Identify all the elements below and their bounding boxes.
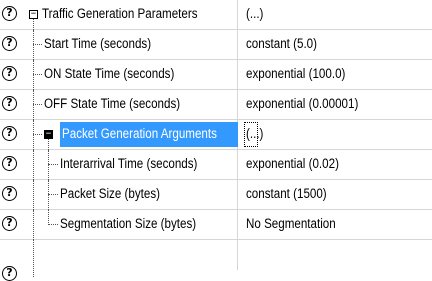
- tree-line: [48, 180, 49, 210]
- name-cell: [0, 240, 238, 270]
- help-icon[interactable]: ?: [2, 126, 17, 141]
- help-cell[interactable]: ?: [0, 180, 26, 210]
- tree-line: [33, 60, 34, 90]
- tree-line: [33, 240, 34, 277]
- help-icon[interactable]: ?: [2, 186, 17, 201]
- help-cell[interactable]: ?: [0, 30, 26, 60]
- tree-branch: [48, 224, 58, 225]
- attribute-value[interactable]: exponential (0.00001): [246, 90, 358, 120]
- tree-line: [48, 210, 49, 225]
- help-icon[interactable]: ?: [2, 66, 17, 81]
- attribute-row-packet-generation-arguments[interactable]: ? − Packet Generation Arguments (...): [0, 120, 432, 150]
- attribute-row-start-time[interactable]: ? Start Time (seconds) constant (5.0): [0, 30, 432, 60]
- attribute-row-partial: ?: [0, 240, 432, 281]
- attribute-name: Packet Generation Arguments: [62, 126, 217, 141]
- attribute-row-packet-size[interactable]: ? Packet Size (bytes) constant (1500): [0, 180, 432, 210]
- tree-line: [33, 120, 34, 150]
- help-cell[interactable]: ?: [0, 150, 26, 180]
- help-cell[interactable]: ?: [0, 210, 26, 240]
- help-cell[interactable]: ?: [0, 0, 26, 30]
- tree-line: [33, 90, 34, 120]
- tree-branch: [33, 74, 42, 75]
- attribute-value[interactable]: exponential (100.0): [246, 60, 345, 90]
- attribute-name: ON State Time (seconds): [44, 66, 175, 81]
- attribute-row-on-state-time[interactable]: ? ON State Time (seconds) exponential (1…: [0, 60, 432, 90]
- attribute-value[interactable]: (...): [246, 0, 263, 30]
- help-icon[interactable]: ?: [2, 6, 17, 21]
- tree-branch: [33, 134, 42, 135]
- tree-branch: [48, 164, 58, 165]
- help-cell[interactable]: ?: [0, 120, 26, 150]
- help-cell[interactable]: ?: [0, 60, 26, 90]
- tree-line: [33, 150, 34, 180]
- help-icon[interactable]: ?: [2, 216, 17, 231]
- tree-branch: [33, 44, 42, 45]
- attribute-row-segmentation-size[interactable]: ? Segmentation Size (bytes) No Segmentat…: [0, 210, 432, 240]
- attribute-grid: ? − Traffic Generation Parameters (...) …: [0, 0, 432, 281]
- attribute-value[interactable]: No Segmentation: [246, 210, 336, 240]
- attribute-row-interarrival-time[interactable]: ? Interarrival Time (seconds) exponentia…: [0, 150, 432, 180]
- attribute-name: Segmentation Size (bytes): [60, 216, 197, 231]
- attribute-value[interactable]: (...): [246, 120, 263, 150]
- attribute-name: Interarrival Time (seconds): [60, 156, 198, 171]
- attribute-value[interactable]: exponential (0.02): [246, 150, 339, 180]
- tree-line: [33, 210, 34, 240]
- tree-line: [48, 150, 49, 180]
- attribute-row-off-state-time[interactable]: ? OFF State Time (seconds) exponential (…: [0, 90, 432, 120]
- attribute-value[interactable]: constant (5.0): [246, 30, 317, 60]
- attribute-row-traffic-generation-parameters[interactable]: ? − Traffic Generation Parameters (...): [0, 0, 432, 30]
- attribute-name: Traffic Generation Parameters: [42, 6, 198, 21]
- tree-line: [33, 30, 34, 60]
- attribute-name: OFF State Time (seconds): [44, 96, 181, 111]
- help-icon[interactable]: ?: [2, 156, 17, 171]
- help-icon[interactable]: ?: [2, 96, 17, 111]
- attribute-name: Start Time (seconds): [44, 36, 152, 51]
- tree-branch: [33, 104, 42, 105]
- collapse-toggle-icon[interactable]: −: [44, 130, 53, 139]
- help-cell[interactable]: ?: [0, 240, 26, 281]
- attribute-value[interactable]: constant (1500): [246, 180, 327, 210]
- tree-branch: [48, 194, 58, 195]
- tree-line: [33, 19, 34, 30]
- attribute-name: Packet Size (bytes): [60, 186, 161, 201]
- help-icon[interactable]: ?: [2, 266, 17, 281]
- help-icon[interactable]: ?: [2, 36, 17, 51]
- tree-line: [33, 180, 34, 210]
- help-cell[interactable]: ?: [0, 90, 26, 120]
- collapse-toggle-icon[interactable]: −: [29, 10, 38, 19]
- tree-line: [48, 139, 49, 150]
